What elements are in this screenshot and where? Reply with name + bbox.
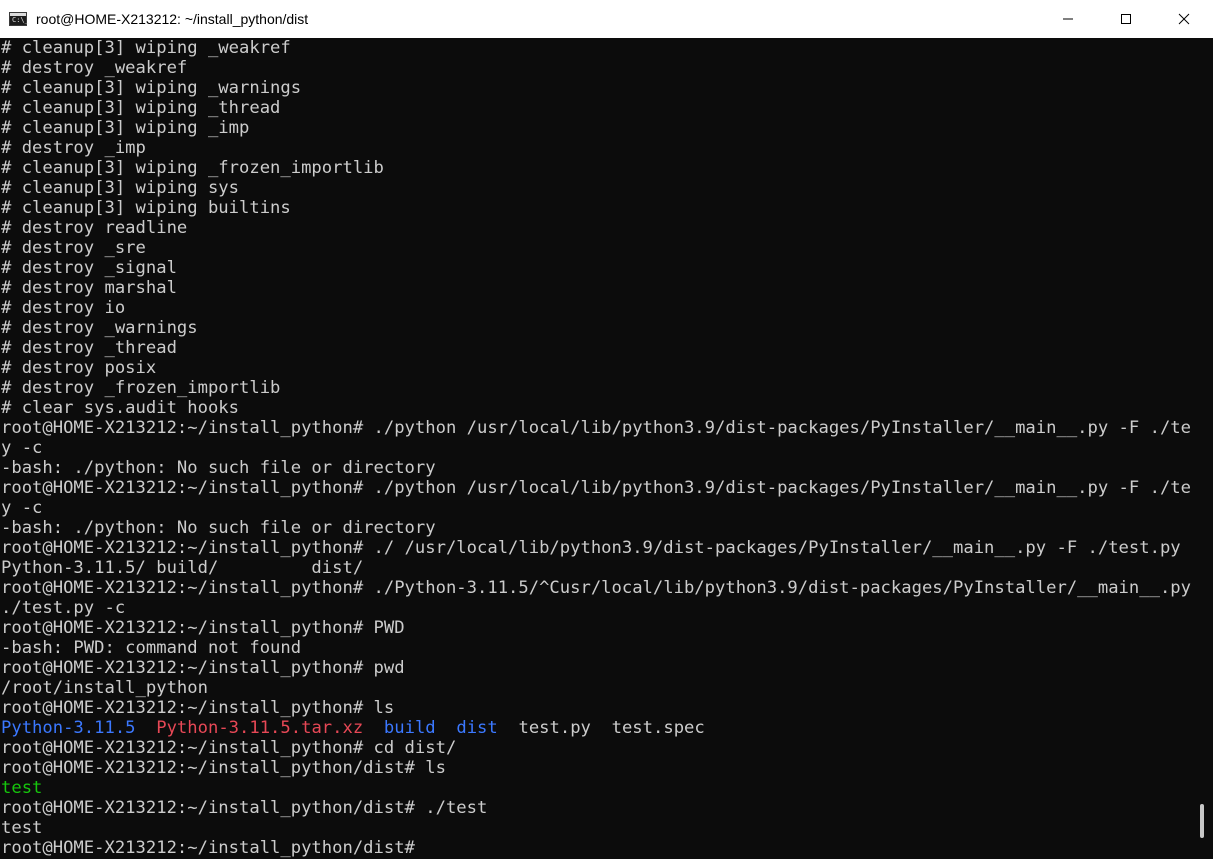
scrollbar-thumb[interactable] bbox=[1200, 804, 1204, 838]
minimize-icon bbox=[1063, 18, 1073, 20]
terminal-line: /root/install_python bbox=[1, 678, 208, 698]
file-entry: test.py bbox=[518, 718, 591, 738]
terminal-line: # destroy marshal bbox=[1, 278, 177, 298]
terminal-line: root@HOME-X213212:~/install_python# PWD bbox=[1, 618, 405, 638]
terminal-line: # clear sys.audit hooks bbox=[1, 398, 239, 418]
terminal-output[interactable]: # cleanup[3] wiping _weakref # destroy _… bbox=[0, 38, 1191, 859]
terminal-line: # cleanup[3] wiping _frozen_importlib bbox=[1, 158, 384, 178]
terminal-line: # cleanup[3] wiping _thread bbox=[1, 98, 281, 118]
terminal-line: # destroy _signal bbox=[1, 258, 177, 278]
terminal-line: # cleanup[3] wiping sys bbox=[1, 178, 239, 198]
terminal-line: y -c bbox=[1, 438, 43, 458]
title-bar[interactable]: C:\_ root@HOME-X213212: ~/install_python… bbox=[0, 0, 1213, 38]
window-controls bbox=[1039, 0, 1213, 38]
terminal-line: # destroy _imp bbox=[1, 138, 146, 158]
terminal-line: ./test.py -c bbox=[1, 598, 126, 618]
directory-entry: dist bbox=[456, 718, 498, 738]
close-button[interactable] bbox=[1155, 0, 1213, 38]
terminal-line: # destroy posix bbox=[1, 358, 157, 378]
vertical-scrollbar[interactable] bbox=[1191, 38, 1213, 859]
terminal-line: root@HOME-X213212:~/install_python# ./py… bbox=[1, 418, 1191, 438]
maximize-button[interactable] bbox=[1097, 0, 1155, 38]
terminal-line: # destroy _sre bbox=[1, 238, 146, 258]
terminal-line: -bash: PWD: command not found bbox=[1, 638, 302, 658]
terminal-line: # cleanup[3] wiping _warnings bbox=[1, 78, 302, 98]
terminal-line: -bash: ./python: No such file or directo… bbox=[1, 518, 436, 538]
terminal-line: root@HOME-X213212:~/install_python/dist#… bbox=[1, 798, 488, 818]
terminal-line: y -c bbox=[1, 498, 43, 518]
terminal-line: # destroy _warnings bbox=[1, 318, 198, 338]
terminal-line: root@HOME-X213212:~/install_python# ls bbox=[1, 698, 395, 718]
terminal-line: root@HOME-X213212:~/install_python# ./Py… bbox=[1, 578, 1191, 598]
file-entry: test.spec bbox=[611, 718, 705, 738]
terminal-line: root@HOME-X213212:~/install_python/dist#… bbox=[1, 758, 446, 778]
terminal-line: # cleanup[3] wiping _weakref bbox=[1, 38, 291, 58]
command-prompt[interactable]: root@HOME-X213212:~/install_python/dist# bbox=[1, 838, 415, 858]
terminal-line: # destroy io bbox=[1, 298, 126, 318]
minimize-button[interactable] bbox=[1039, 0, 1097, 38]
terminal-line: # destroy _weakref bbox=[1, 58, 188, 78]
directory-entry: Python-3.11.5 bbox=[1, 718, 136, 738]
terminal-line: root@HOME-X213212:~/install_python# ./py… bbox=[1, 478, 1191, 498]
terminal-line: # cleanup[3] wiping _imp bbox=[1, 118, 250, 138]
terminal-line: root@HOME-X213212:~/install_python# cd d… bbox=[1, 738, 457, 758]
window-title: root@HOME-X213212: ~/install_python/dist bbox=[36, 11, 309, 27]
terminal-line: # destroy _frozen_importlib bbox=[1, 378, 281, 398]
ls-output-line: Python-3.11.5 Python-3.11.5.tar.xz build… bbox=[1, 718, 705, 738]
console-icon-label: C:\_ bbox=[12, 16, 29, 24]
console-app-icon[interactable]: C:\_ bbox=[9, 12, 29, 26]
terminal-line: # cleanup[3] wiping builtins bbox=[1, 198, 291, 218]
terminal-line: # destroy readline bbox=[1, 218, 188, 238]
close-icon bbox=[1178, 13, 1190, 25]
directory-entry: build bbox=[383, 718, 436, 738]
terminal-line: # destroy _thread bbox=[1, 338, 177, 358]
terminal-line: Python-3.11.5/ build/ dist/ bbox=[1, 558, 364, 578]
archive-entry: Python-3.11.5.tar.xz bbox=[156, 718, 364, 738]
executable-entry: test bbox=[1, 778, 43, 798]
terminal-line: root@HOME-X213212:~/install_python# ./ /… bbox=[1, 538, 1191, 558]
terminal-line: -bash: ./python: No such file or directo… bbox=[1, 458, 436, 478]
maximize-icon bbox=[1121, 14, 1131, 24]
terminal-window: C:\_ root@HOME-X213212: ~/install_python… bbox=[0, 0, 1213, 859]
terminal-line: root@HOME-X213212:~/install_python# pwd bbox=[1, 658, 405, 678]
terminal-line: test bbox=[1, 818, 43, 838]
